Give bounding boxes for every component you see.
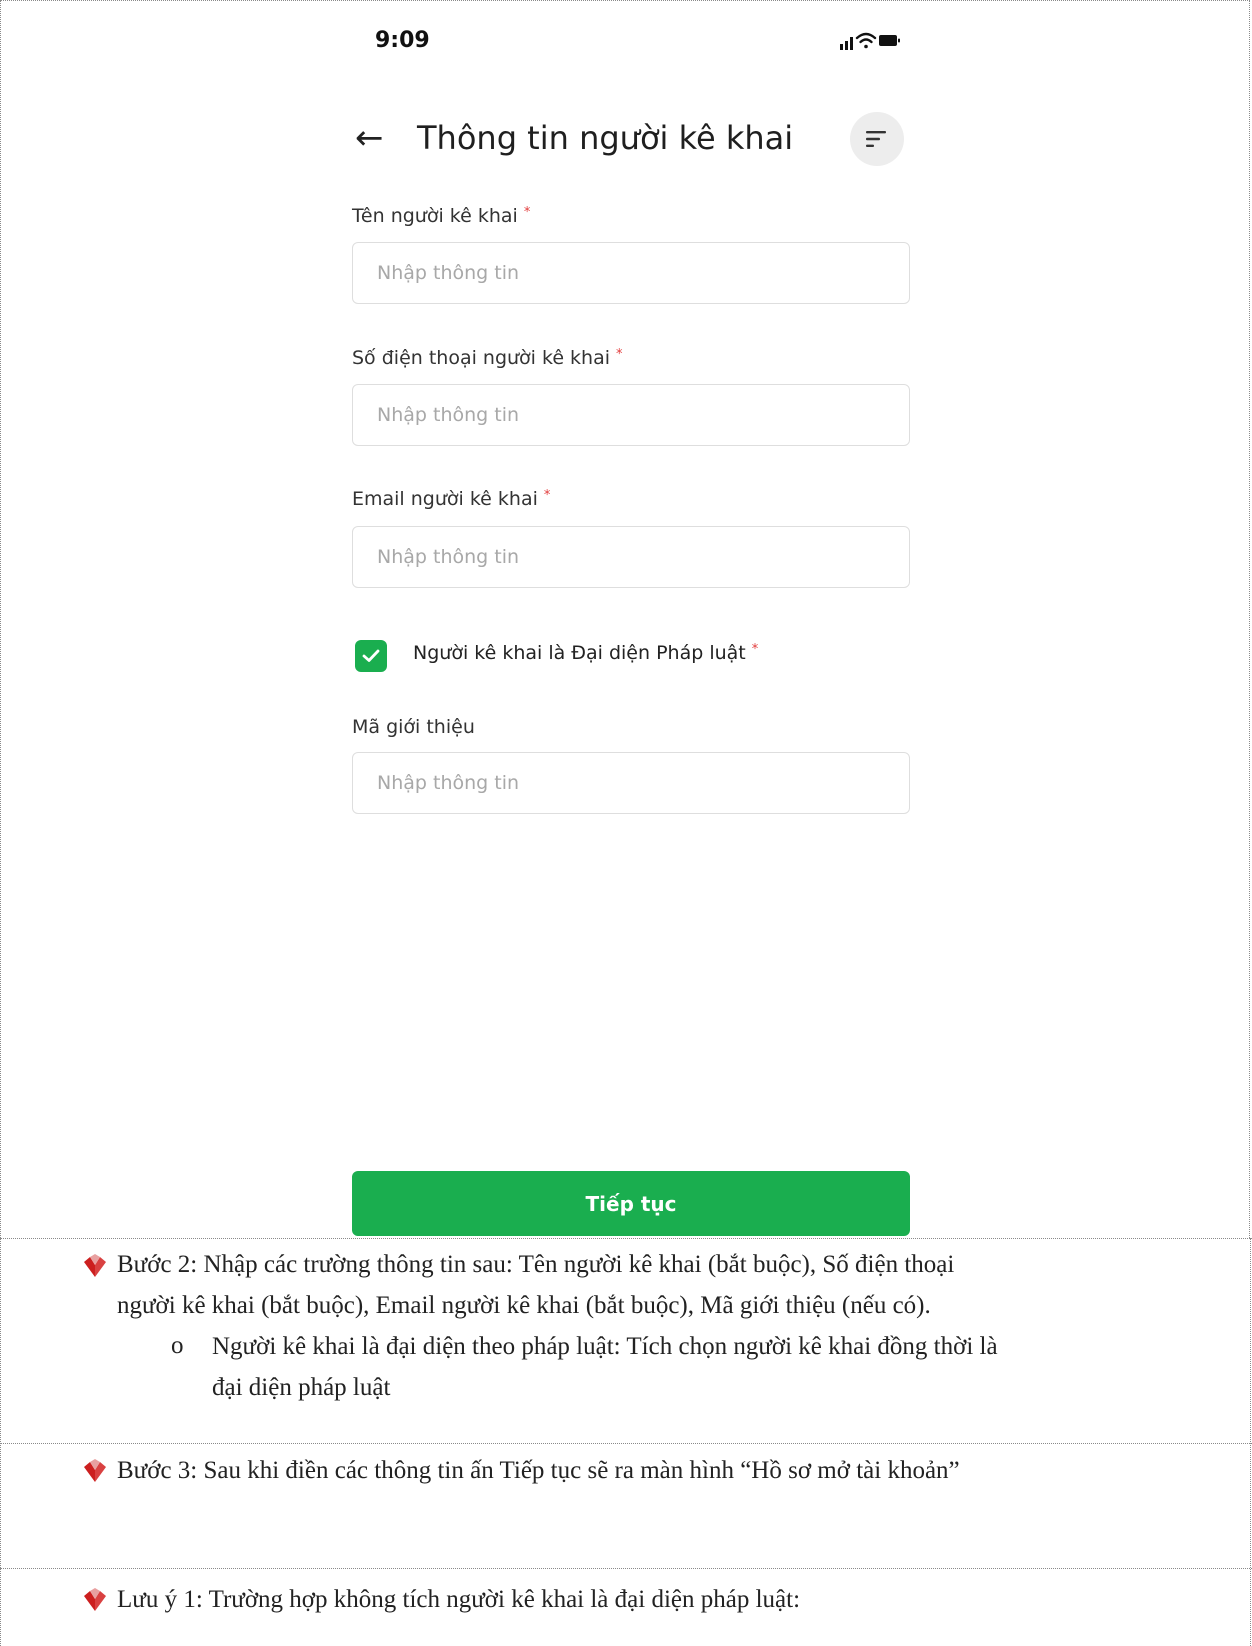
back-arrow-icon[interactable]: ← bbox=[355, 108, 384, 168]
table-divider bbox=[0, 1443, 1252, 1444]
step2-line1: Bước 2: Nhập các trường thông tin sau: T… bbox=[117, 1251, 955, 1278]
legal-rep-label: Người kê khai là Đại diện Pháp luật * bbox=[413, 642, 759, 664]
menu-button[interactable] bbox=[850, 112, 904, 166]
arrow-bullet-icon bbox=[84, 1459, 106, 1482]
status-icons bbox=[840, 32, 900, 50]
screenshot-cell bbox=[0, 0, 1250, 1238]
phone-field-label: Số điện thoại người kê khai * bbox=[352, 347, 623, 369]
app-header: ← Thông tin người kê khai bbox=[355, 108, 915, 168]
table-left-border bbox=[0, 1238, 1, 1646]
referral-field-label: Mã giới thiệu bbox=[352, 716, 475, 738]
battery-icon bbox=[879, 35, 900, 46]
required-mark: * bbox=[523, 205, 531, 220]
step3-text: Bước 3: Sau khi điền các thông tin ấn Ti… bbox=[117, 1457, 960, 1484]
page-title: Thông tin người kê khai bbox=[417, 119, 794, 157]
arrow-bullet-icon bbox=[84, 1588, 106, 1611]
table-divider bbox=[0, 1568, 1252, 1569]
table-right-border bbox=[1250, 1238, 1251, 1646]
referral-input[interactable] bbox=[352, 752, 910, 814]
wifi-icon bbox=[855, 32, 877, 49]
name-field-label: Tên người kê khai * bbox=[352, 205, 531, 227]
sub-bullet-line2: đại diện pháp luật bbox=[212, 1374, 391, 1401]
sort-icon bbox=[866, 131, 886, 147]
sub-bullet-line1: Người kê khai là đại diện theo pháp luật… bbox=[212, 1333, 998, 1360]
required-mark: * bbox=[751, 642, 759, 657]
required-mark: * bbox=[616, 347, 623, 362]
signal-icon bbox=[840, 37, 853, 50]
table-divider bbox=[0, 1238, 1252, 1239]
email-input[interactable] bbox=[352, 526, 910, 588]
sub-bullet-marker: o bbox=[171, 1332, 184, 1359]
name-input[interactable] bbox=[352, 242, 910, 304]
legal-rep-checkbox[interactable] bbox=[355, 640, 387, 672]
check-icon bbox=[362, 649, 380, 662]
continue-button[interactable]: Tiếp tục bbox=[352, 1171, 910, 1236]
status-time: 9:09 bbox=[375, 28, 430, 53]
email-field-label: Email người kê khai * bbox=[352, 488, 551, 510]
required-mark: * bbox=[543, 488, 551, 503]
arrow-bullet-icon bbox=[84, 1254, 106, 1277]
step2-line2: người kê khai (bắt buộc), Email người kê… bbox=[117, 1292, 931, 1319]
phone-input[interactable] bbox=[352, 384, 910, 446]
note1-text: Lưu ý 1: Trường hợp không tích người kê … bbox=[117, 1586, 801, 1613]
